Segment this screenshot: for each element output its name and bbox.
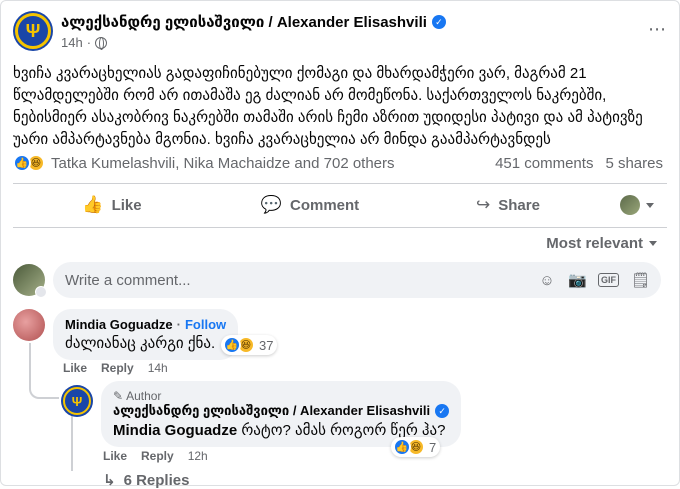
- write-comment-row: ☺ 📷 GIF 🗒: [13, 262, 661, 298]
- action-bar: 👍 Like 💬 Comment ↪ Share: [13, 185, 667, 225]
- reply-time[interactable]: 12h: [188, 449, 208, 463]
- gif-icon[interactable]: GIF: [598, 273, 619, 287]
- avatar-ring: [15, 13, 51, 49]
- separator-dot: ·: [176, 317, 181, 332]
- chevron-down-icon: [646, 202, 654, 208]
- shares-count[interactable]: 5 shares: [605, 155, 663, 172]
- view-replies-link[interactable]: ↳ 6 Replies: [103, 471, 189, 489]
- chevron-down-icon: [649, 241, 657, 246]
- comment-bubble: Mindia Goguadze · Follow ძალიანაც კარგი …: [53, 309, 239, 360]
- reaction-count: 7: [429, 439, 437, 455]
- emoji-icon[interactable]: ☺: [538, 272, 556, 289]
- comment-reactions[interactable]: 👍 😆 37: [221, 335, 278, 355]
- thread-line: [29, 343, 59, 399]
- sticker-icon[interactable]: 🗒: [631, 271, 650, 289]
- share-label: Share: [498, 196, 540, 214]
- comment-actions: Like Reply 14h: [63, 361, 168, 375]
- comment-reply-button[interactable]: Reply: [101, 361, 134, 375]
- share-icon: ↪: [476, 195, 491, 214]
- like-reaction-icon: 👍: [223, 336, 241, 354]
- verified-icon: ✓: [435, 404, 450, 418]
- post-text: ხვიჩა კვარაცხელიას გადაფიჩინებული ქომაგი…: [13, 65, 643, 148]
- author-tag: ✎ Author: [113, 389, 449, 403]
- comment-sort-dropdown[interactable]: Most relevant: [546, 235, 657, 252]
- more-options-icon[interactable]: ⋯: [648, 19, 667, 40]
- camera-icon[interactable]: 📷: [568, 271, 587, 289]
- like-reaction-icon: 👍: [393, 438, 411, 456]
- comment-text: ძალიანაც კარგი ქნა.: [65, 335, 216, 352]
- divider: [13, 227, 667, 228]
- user-avatar: [620, 195, 640, 215]
- reply-arrow-icon: ↳: [103, 472, 116, 489]
- author-avatar[interactable]: Ψ: [61, 385, 93, 417]
- author-avatar[interactable]: Ψ: [13, 11, 53, 51]
- post-time[interactable]: 14h: [61, 35, 83, 50]
- post-header: Ψ ალექსანდრე ელისაშვილი / Alexander Elis…: [13, 11, 667, 57]
- like-button[interactable]: 👍 Like: [13, 187, 211, 223]
- post-card: Ψ ალექსანდრე ელისაშვილი / Alexander Elis…: [0, 0, 680, 489]
- reply-reactions[interactable]: 👍 😆 7: [391, 437, 441, 457]
- avatar-ring: [63, 387, 91, 415]
- commenter-line: Mindia Goguadze · Follow: [65, 317, 226, 332]
- profile-switcher[interactable]: [607, 195, 667, 215]
- user-avatar[interactable]: [13, 264, 47, 298]
- commenter-name[interactable]: Mindia Goguadze: [65, 317, 173, 332]
- author-line: ალექსანდრე ელისაშვილი / Alexander Elisas…: [61, 13, 446, 31]
- comment-icon: 💬: [260, 195, 282, 214]
- header-text: ალექსანდრე ელისაშვილი / Alexander Elisas…: [61, 13, 446, 50]
- sort-label: Most relevant: [546, 235, 643, 252]
- comment-input-tools: ☺ 📷 GIF 🗒: [538, 271, 650, 290]
- divider: [13, 183, 667, 184]
- reactors-text[interactable]: Tatka Kumelashvili, Nika Machaidze and 7…: [51, 155, 495, 172]
- commenter-name[interactable]: ალექსანდრე ელისაშვილი / Alexander Elisas…: [113, 403, 430, 419]
- author-name[interactable]: ალექსანდრე ელისაშვილი / Alexander Elisas…: [61, 13, 427, 31]
- comment-label: Comment: [290, 196, 360, 214]
- comment-input[interactable]: [65, 271, 538, 289]
- comments-count[interactable]: 451 comments: [495, 155, 593, 172]
- author-tag-icon: ✎: [113, 389, 124, 403]
- engagement-counts: 451 comments 5 shares: [495, 155, 663, 172]
- follow-button[interactable]: Follow: [185, 317, 226, 332]
- post-meta: 14h ·: [61, 35, 446, 50]
- author-tag-label: Author: [126, 389, 162, 403]
- reaction-icons[interactable]: 👍 😆: [13, 154, 45, 172]
- commenter-avatar[interactable]: [13, 309, 45, 341]
- reactions-summary: 👍 😆 Tatka Kumelashvili, Nika Machaidze a…: [13, 151, 663, 175]
- mention-link[interactable]: Mindia Goguadze: [113, 422, 237, 439]
- verified-icon: ✓: [431, 15, 446, 29]
- globe-icon: [95, 36, 108, 50]
- like-reaction-icon: 👍: [13, 154, 31, 172]
- reply-actions: Like Reply 12h: [103, 449, 208, 463]
- reply-like-button[interactable]: Like: [103, 449, 127, 463]
- commenter-line: ალექსანდრე ელისაშვილი / Alexander Elisas…: [113, 403, 450, 419]
- reply-reply-button[interactable]: Reply: [141, 449, 174, 463]
- like-label: Like: [111, 196, 142, 214]
- separator-dot: ·: [86, 35, 92, 50]
- comment-like-button[interactable]: Like: [63, 361, 87, 375]
- reaction-count: 37: [259, 337, 274, 353]
- share-button[interactable]: ↪ Share: [409, 187, 607, 223]
- chevron-down-icon: [35, 286, 47, 298]
- comment-time[interactable]: 14h: [148, 361, 168, 375]
- comment-button[interactable]: 💬 Comment: [211, 187, 409, 223]
- comment-box: ☺ 📷 GIF 🗒: [53, 262, 661, 298]
- like-icon: 👍: [82, 195, 104, 214]
